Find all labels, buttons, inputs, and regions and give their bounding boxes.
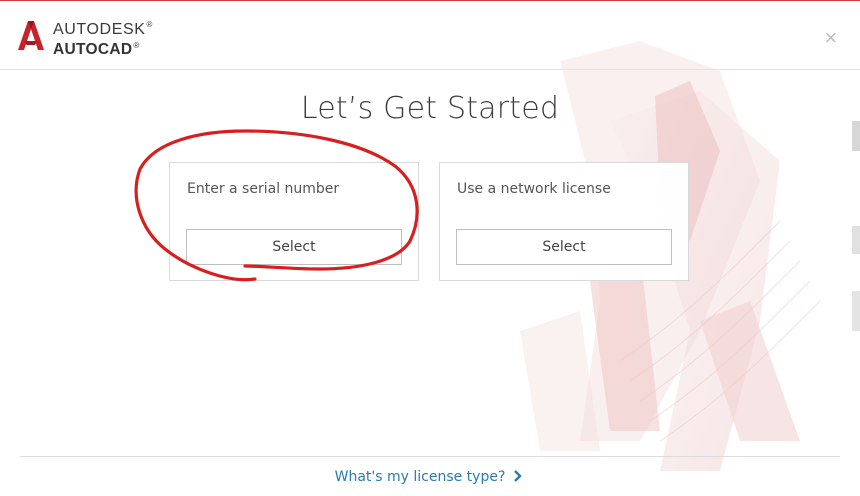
page-title: Let’s Get Started [300, 91, 560, 126]
network-select-button[interactable]: Select [456, 229, 672, 265]
brand-company: AUTODESK® [53, 20, 154, 38]
chevron-right-icon [514, 470, 523, 482]
footer-divider [20, 456, 840, 457]
close-icon[interactable]: × [824, 30, 838, 47]
license-dialog: AUTODESK® AUTOCAD® × Let’s Get Started E… [0, 0, 860, 496]
network-license-card: Use a network license Select [439, 162, 689, 281]
brand-product: AUTOCAD® [53, 41, 140, 58]
dialog-header: AUTODESK® AUTOCAD® × [0, 1, 860, 70]
annotation-circle [134, 129, 419, 282]
background-artwork [520, 41, 860, 471]
serial-number-card: Enter a serial number Select [169, 162, 419, 281]
license-type-link-text[interactable]: What's my license type? [335, 469, 506, 485]
serial-select-button[interactable]: Select [186, 229, 402, 265]
license-type-link[interactable]: What's my license type? [0, 469, 860, 485]
autocad-logo-icon [18, 21, 44, 50]
serial-number-label: Enter a serial number [187, 181, 340, 197]
network-license-label: Use a network license [457, 181, 611, 197]
product-brand: AUTODESK® AUTOCAD® [53, 17, 153, 58]
